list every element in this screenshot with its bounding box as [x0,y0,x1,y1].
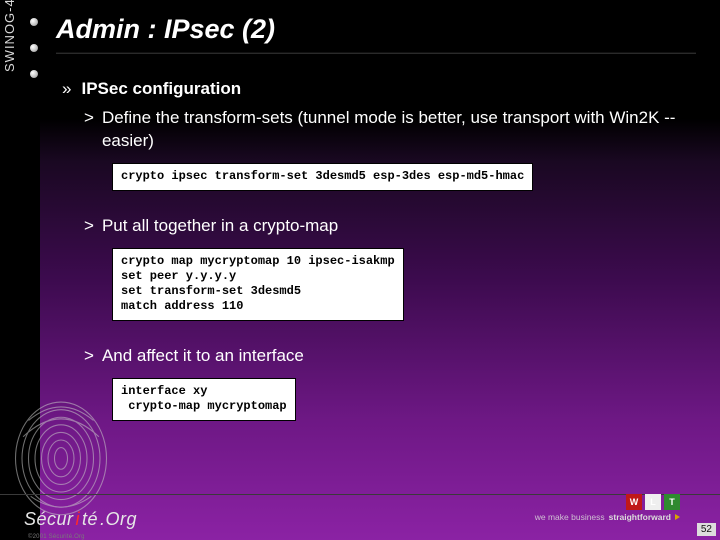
logo-box: W [626,494,642,510]
triangle-icon [675,514,680,520]
logo-right: W L T we make business straightforward [535,494,680,522]
bullet-text: And affect it to an interface [102,345,682,368]
logo-securite: Sécurité.Org [24,509,137,530]
page-number: 52 [697,523,716,536]
footer: Sécurité.Org ©2001 Sécurité.Org W L T we… [0,486,720,540]
chevron-icon: > [84,215,94,238]
logo-text: i [76,509,81,530]
slide: SWINOG-4 Admin : IPsec (2) » IPSec confi… [0,0,720,540]
bullet-text: Put all together in a crypto-map [102,215,682,238]
dot-icon [30,44,38,52]
dot-icon [30,70,38,78]
dot-icon [30,18,38,26]
code-block: crypto ipsec transform-set 3desmd5 esp-3… [112,163,533,191]
tagline-text: straightforward [609,512,671,522]
content-area: » IPSec configuration > Define the trans… [62,78,682,443]
tagline-text: we make business [535,512,605,522]
chevron-icon: > [84,345,94,368]
chevron-icon: > [84,107,94,153]
logo-text: té [82,509,98,530]
bullet-level2: > Define the transform-sets (tunnel mode… [84,107,682,153]
logo-box: L [645,494,661,510]
sidebar: SWINOG-4 [0,0,40,540]
bullet-level2: > Put all together in a crypto-map [84,215,682,238]
logo-box: T [664,494,680,510]
title-underline [56,52,696,54]
code-block: crypto map mycryptomap 10 ipsec-isakmp s… [112,248,404,321]
bullet-text: Define the transform-sets (tunnel mode i… [102,107,682,153]
logo-boxes: W L T [626,494,680,510]
tagline: we make business straightforward [535,512,680,522]
bullet-level2: > And affect it to an interface [84,345,682,368]
logo-text: Sécur [24,509,74,530]
chevron-icon: » [62,78,71,101]
page-title: Admin : IPsec (2) [56,14,275,45]
bullet-level1: » IPSec configuration [62,78,682,101]
sidebar-bullets [30,18,38,78]
logo-text: .Org [100,509,137,530]
event-label: SWINOG-4 [2,0,17,72]
copyright: ©2001 Sécurité.Org [28,534,85,540]
bullet-text: IPSec configuration [81,78,241,101]
code-block: interface xy crypto-map mycryptomap [112,378,296,421]
